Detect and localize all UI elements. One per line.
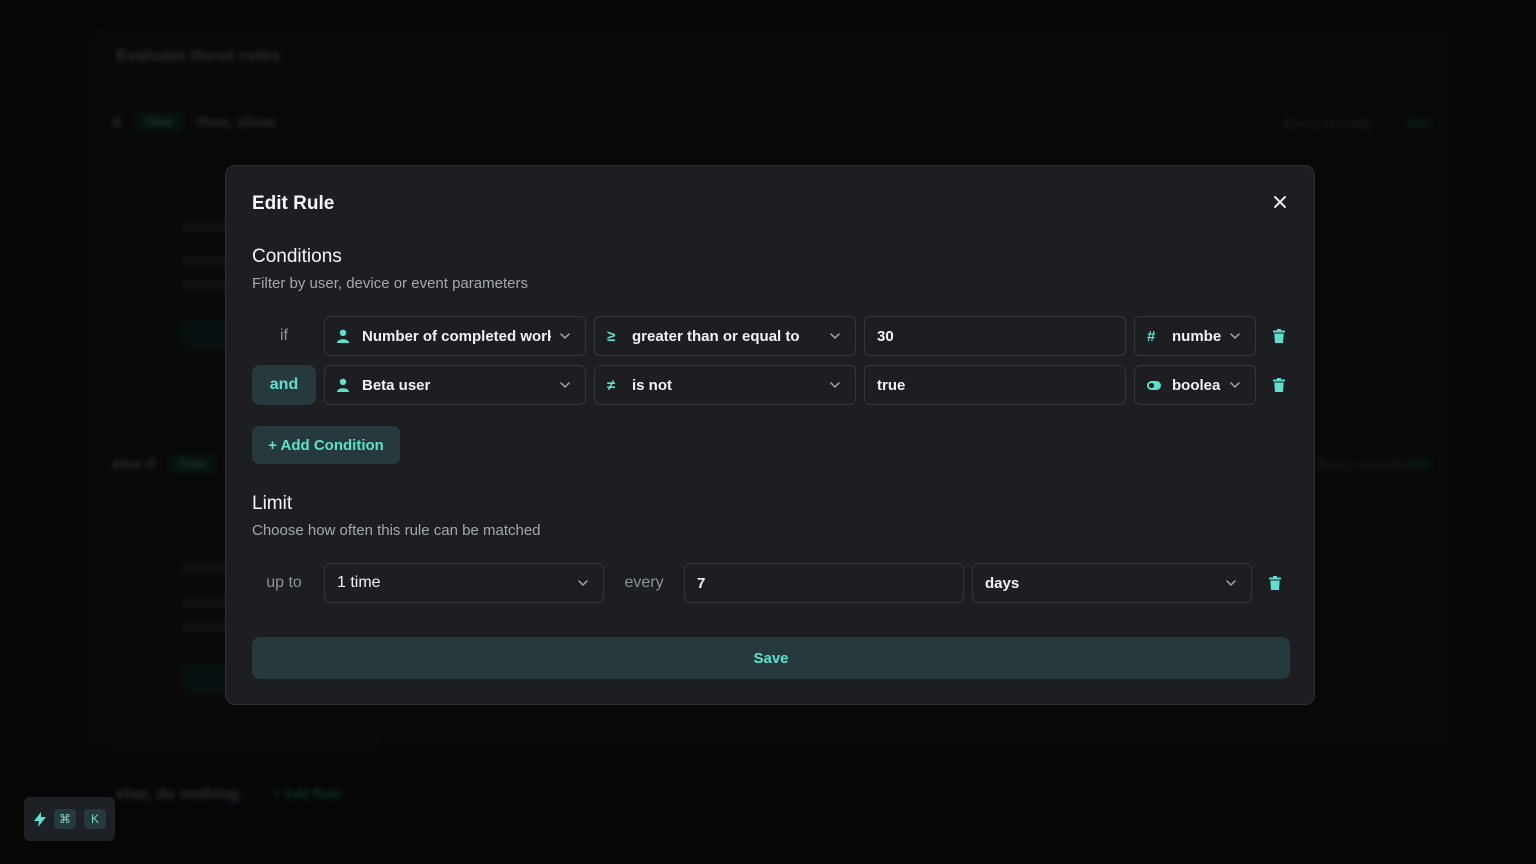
value-input[interactable]: true bbox=[864, 365, 1126, 405]
property-select-value: Beta user bbox=[362, 376, 431, 394]
limit-interval-input[interactable]: 7 bbox=[684, 563, 964, 603]
cmd-key: ⌘ bbox=[54, 809, 76, 829]
trash-icon bbox=[1273, 329, 1285, 343]
value-input-text: true bbox=[877, 376, 906, 394]
condition-keyword-and[interactable]: and bbox=[252, 365, 316, 405]
edit-rule-modal: Edit Rule Conditions Filter by user, dev… bbox=[225, 165, 1315, 705]
operator-select-value: greater than or equal to bbox=[632, 327, 800, 345]
hash-icon: # bbox=[1147, 327, 1156, 345]
type-select[interactable]: boolean bbox=[1134, 365, 1256, 405]
chevron-down-icon bbox=[559, 381, 573, 389]
trash-icon bbox=[1269, 576, 1281, 590]
close-icon bbox=[1274, 196, 1286, 208]
user-icon bbox=[337, 329, 353, 343]
chevron-down-icon bbox=[559, 332, 573, 340]
operator-select[interactable]: ≠ is not bbox=[594, 365, 856, 405]
chevron-down-icon bbox=[1225, 579, 1239, 587]
close-button[interactable] bbox=[1268, 190, 1292, 214]
limit-subtitle: Choose how often this rule can be matche… bbox=[252, 522, 541, 539]
chevron-down-icon bbox=[1229, 332, 1243, 340]
trash-icon bbox=[1273, 378, 1285, 392]
conditions-title: Conditions bbox=[252, 246, 342, 267]
property-select-value: Number of completed workouts bbox=[362, 327, 551, 345]
add-condition-button[interactable]: + Add Condition bbox=[252, 426, 400, 464]
limit-unit-value: days bbox=[985, 574, 1020, 592]
delete-limit-button[interactable] bbox=[1265, 563, 1285, 603]
limit-count-value: 1 time bbox=[337, 574, 381, 591]
save-button[interactable]: Save bbox=[252, 637, 1290, 679]
chevron-down-icon bbox=[829, 332, 843, 340]
limit-count-select[interactable]: 1 time bbox=[324, 563, 604, 603]
k-key: K bbox=[84, 809, 106, 829]
type-select-value: boolean bbox=[1172, 376, 1221, 394]
limit-title: Limit bbox=[252, 493, 293, 514]
command-bar[interactable]: ⌘ K bbox=[24, 797, 115, 841]
type-select-value: number bbox=[1172, 327, 1221, 345]
type-select[interactable]: # number bbox=[1134, 316, 1256, 356]
lightning-icon bbox=[34, 811, 46, 827]
toggle-icon bbox=[1147, 380, 1163, 390]
operator-select[interactable]: ≥ greater than or equal to bbox=[594, 316, 856, 356]
property-select[interactable]: Beta user bbox=[324, 365, 586, 405]
limit-interval-value: 7 bbox=[697, 574, 706, 592]
condition-keyword-if: if bbox=[280, 327, 288, 344]
delete-condition-button[interactable] bbox=[1269, 316, 1289, 356]
chevron-down-icon bbox=[1229, 381, 1243, 389]
conditions-subtitle: Filter by user, device or event paramete… bbox=[252, 275, 528, 292]
user-icon bbox=[337, 378, 353, 392]
not-equal-icon: ≠ bbox=[607, 376, 616, 394]
chevron-down-icon bbox=[577, 579, 591, 587]
limit-prefix: up to bbox=[266, 574, 302, 591]
chevron-down-icon bbox=[829, 381, 843, 389]
operator-select-value: is not bbox=[632, 376, 672, 394]
property-select[interactable]: Number of completed workouts bbox=[324, 316, 586, 356]
delete-condition-button[interactable] bbox=[1269, 365, 1289, 405]
greater-equal-icon: ≥ bbox=[607, 327, 616, 345]
limit-unit-select[interactable]: days bbox=[972, 563, 1252, 603]
modal-title: Edit Rule bbox=[252, 193, 335, 214]
value-input-text: 30 bbox=[877, 327, 894, 345]
value-input[interactable]: 30 bbox=[864, 316, 1126, 356]
limit-every-label: every bbox=[624, 574, 664, 591]
